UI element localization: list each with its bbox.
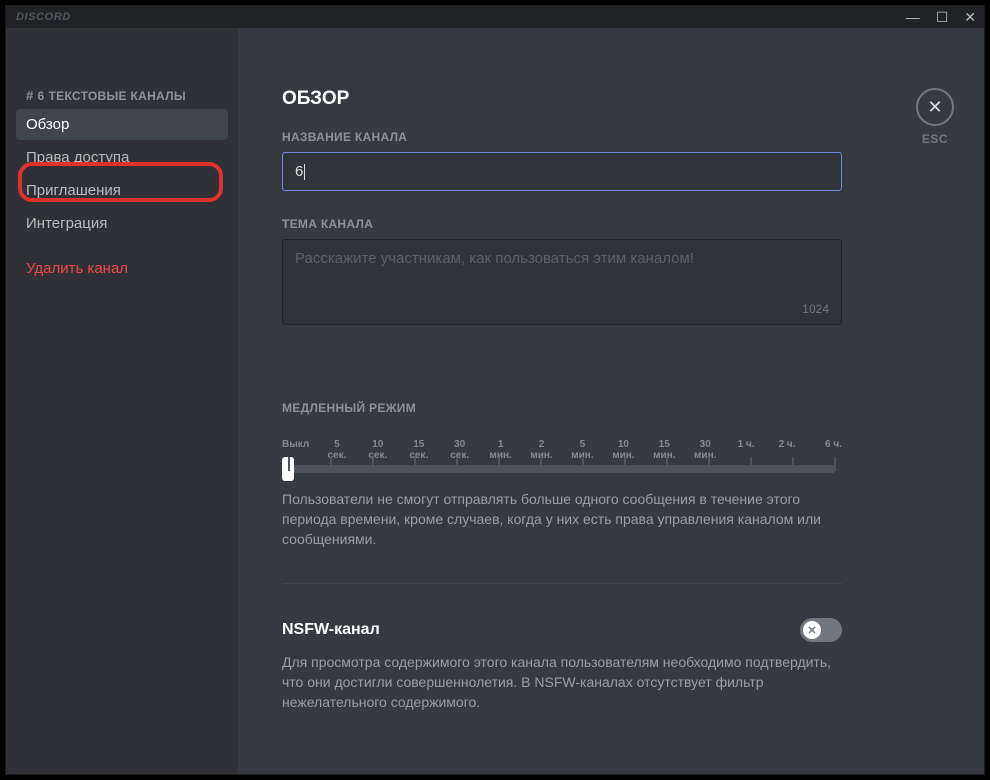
slowmode-label: МЕДЛЕННЫЙ РЕЖИМ [282, 401, 944, 415]
brand-logo: DISCORD [16, 11, 71, 23]
section-divider [282, 583, 842, 584]
sidebar-item-label: Обзор [26, 116, 69, 133]
section-slowmode: МЕДЛЕННЫЙ РЕЖИМ Выкл 5сек. 10сек. 15сек.… [282, 401, 944, 549]
minimize-button[interactable]: — [906, 10, 920, 24]
nsfw-title: NSFW-канал [282, 621, 380, 639]
content-area: # 6 ТЕКСТОВЫЕ КАНАЛЫ Обзор Права доступа… [6, 28, 984, 774]
close-icon: ✕ [927, 97, 942, 118]
sidebar-item-label: Приглашения [26, 182, 121, 199]
close-window-button[interactable]: ✕ [964, 10, 976, 24]
channel-name-label: НАЗВАНИЕ КАНАЛА [282, 130, 944, 144]
maximize-button[interactable]: ☐ [936, 10, 949, 24]
hash-icon: # [26, 88, 34, 103]
sidebar-item-label: Удалить канал [26, 260, 128, 277]
text-caret [304, 164, 305, 180]
titlebar: DISCORD — ☐ ✕ [6, 6, 984, 28]
sidebar-item-permissions[interactable]: Права доступа [16, 142, 228, 173]
nsfw-row: NSFW-канал ✕ [282, 618, 842, 642]
slowmode-slider[interactable]: Выкл 5сек. 10сек. 15сек. 30сек. 1мин. 2м… [282, 439, 842, 473]
category-label: ТЕКСТОВЫЕ КАНАЛЫ [49, 89, 186, 103]
sidebar-item-overview[interactable]: Обзор [16, 109, 228, 140]
main-panel: ОБЗОР НАЗВАНИЕ КАНАЛА 6 ТЕМА КАНАЛА 1024… [238, 28, 984, 774]
sidebar-item-label: Интеграция [26, 215, 107, 232]
nsfw-help-text: Для просмотра содержимого этого канала п… [282, 652, 842, 712]
section-channel-name: НАЗВАНИЕ КАНАЛА 6 [282, 130, 944, 191]
sidebar-item-invites[interactable]: Приглашения [16, 175, 228, 206]
channel-name-value: 6 [295, 163, 303, 180]
section-channel-topic: ТЕМА КАНАЛА 1024 [282, 217, 944, 325]
section-nsfw: NSFW-канал ✕ Для просмотра содержимого э… [282, 618, 944, 712]
close-esc-label: ESC [916, 132, 954, 146]
slowmode-help-text: Пользователи не смогут отправлять больше… [282, 489, 842, 549]
page-title: ОБЗОР [282, 88, 944, 110]
channel-topic-input[interactable] [283, 240, 841, 302]
sidebar-item-delete-channel[interactable]: Удалить канал [16, 253, 228, 284]
sidebar-item-label: Права доступа [26, 149, 129, 166]
channel-name-input[interactable]: 6 [282, 152, 842, 191]
app-frame: DISCORD — ☐ ✕ # 6 ТЕКСТОВЫЕ КАНАЛЫ Обзор… [5, 5, 985, 775]
channel-topic-wrap: 1024 [282, 239, 842, 325]
close-settings: ✕ ESC [916, 88, 954, 146]
sidebar-item-integrations[interactable]: Интеграция [16, 208, 228, 239]
close-button[interactable]: ✕ [916, 88, 954, 126]
sidebar-category-header: # 6 ТЕКСТОВЫЕ КАНАЛЫ [16, 88, 228, 109]
window-controls: — ☐ ✕ [906, 10, 976, 24]
settings-sidebar: # 6 ТЕКСТОВЫЕ КАНАЛЫ Обзор Права доступа… [6, 28, 238, 774]
slider-marks [288, 457, 836, 471]
toggle-knob: ✕ [803, 621, 821, 639]
topic-char-counter: 1024 [802, 302, 829, 316]
nsfw-toggle[interactable]: ✕ [800, 618, 842, 642]
channel-number: 6 [38, 89, 45, 103]
channel-topic-label: ТЕМА КАНАЛА [282, 217, 944, 231]
